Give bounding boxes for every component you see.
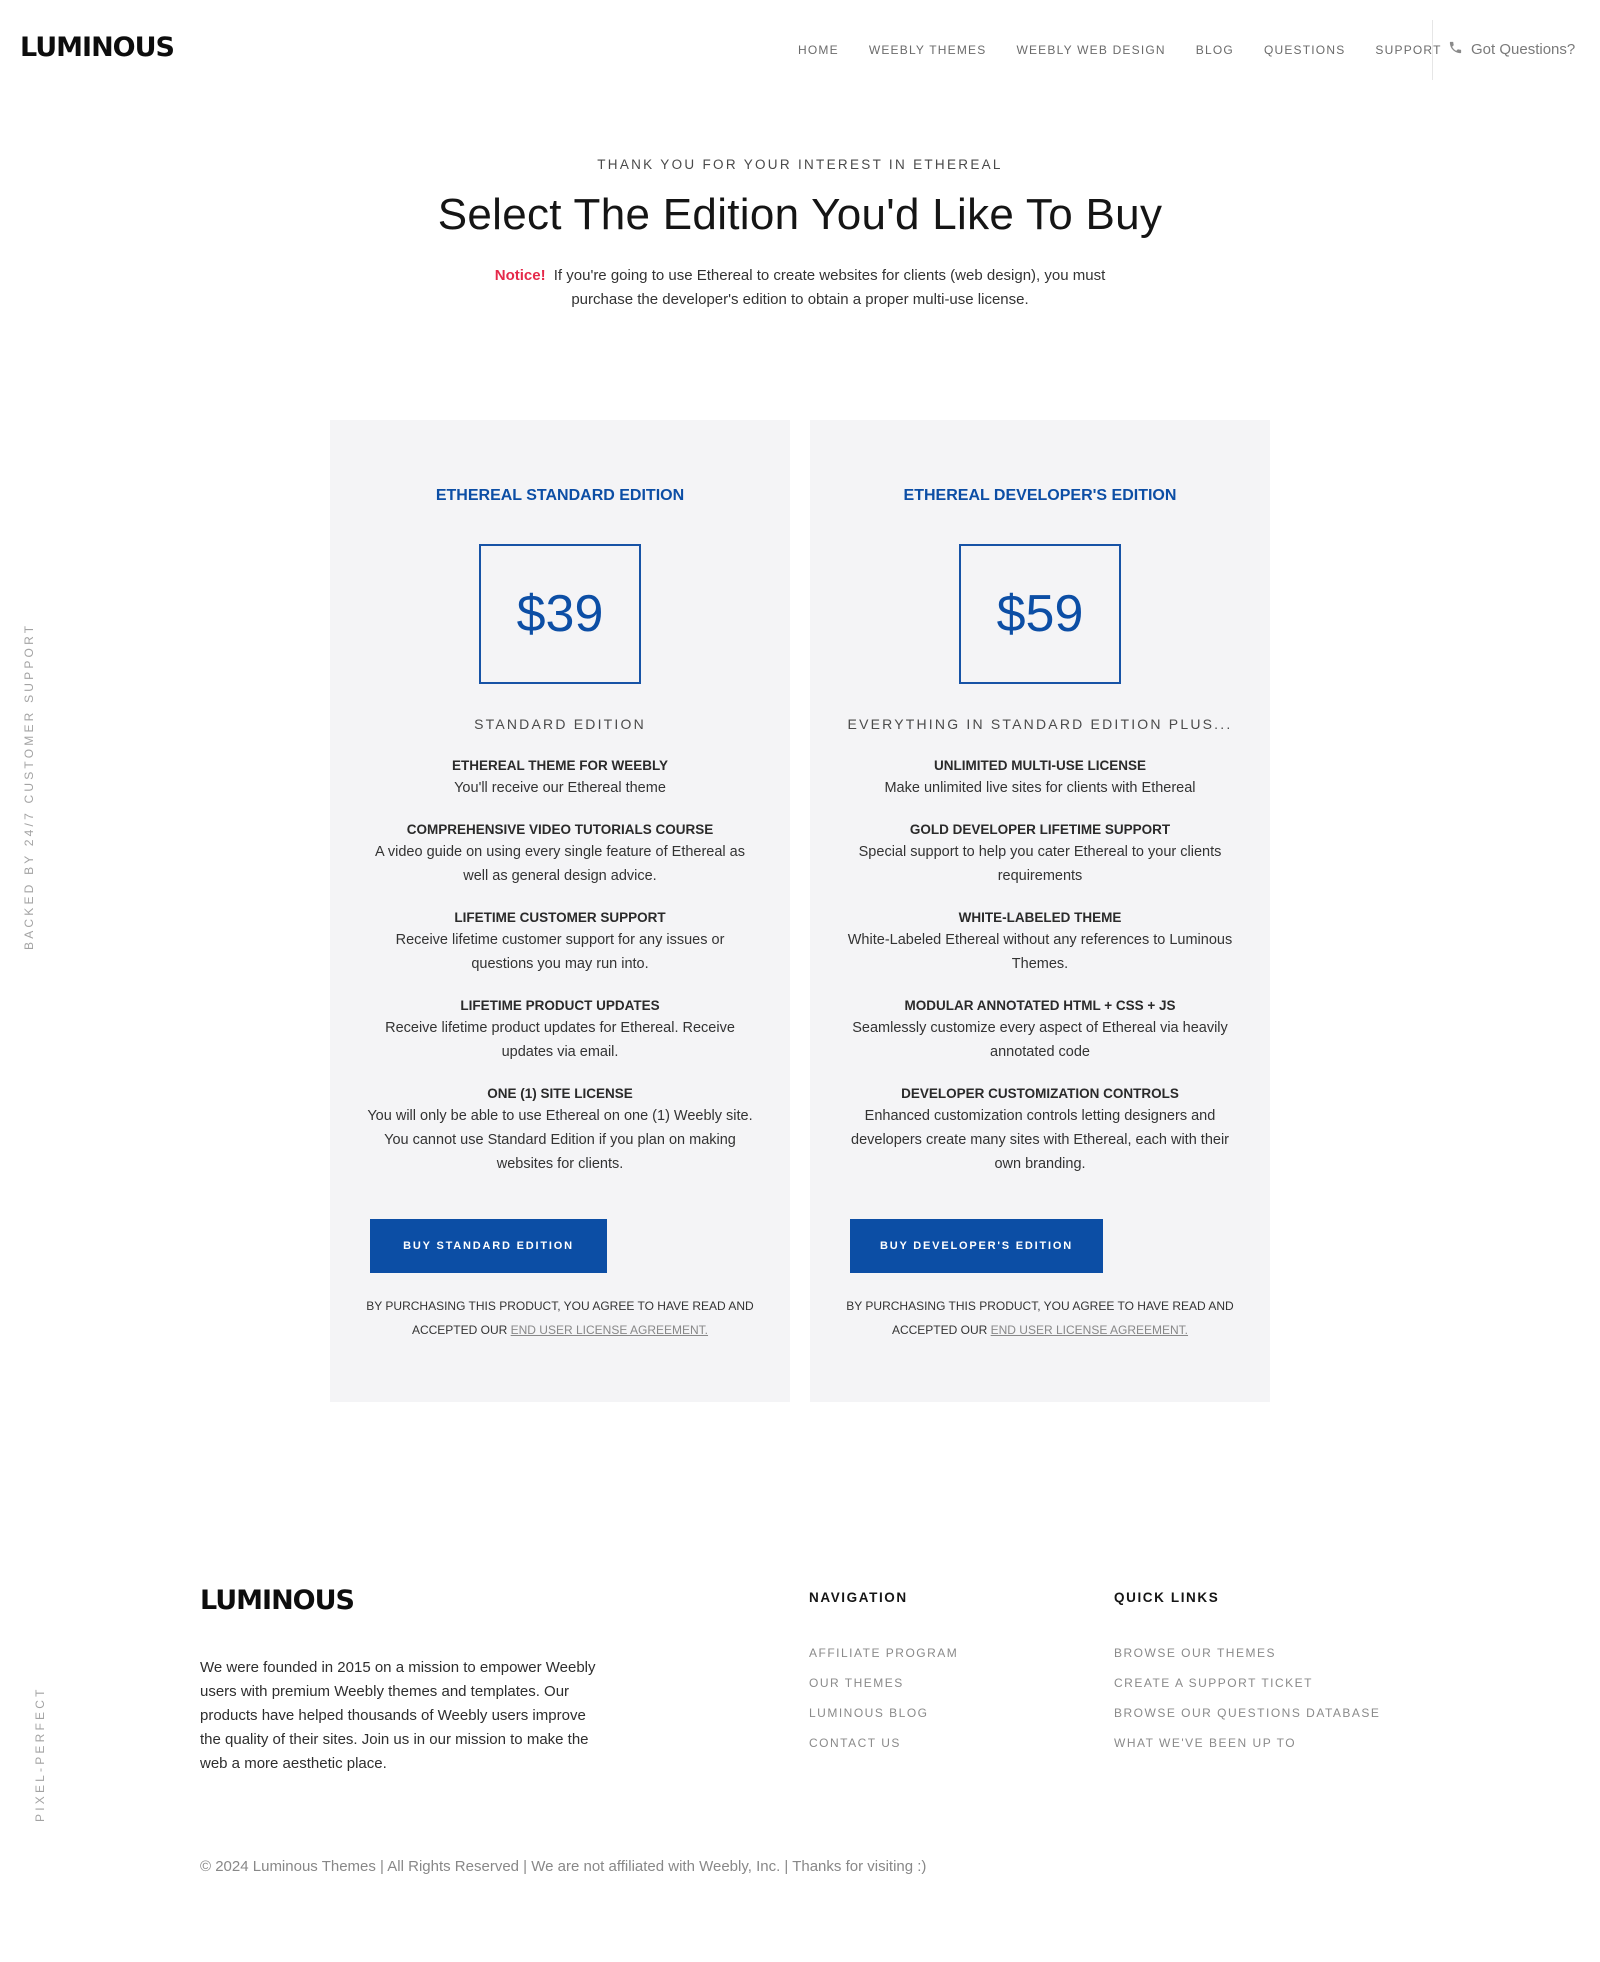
feature-desc: White-Labeled Ethereal without any refer… bbox=[847, 932, 1233, 972]
card-title: ETHEREAL DEVELOPER'S EDITION bbox=[903, 487, 1177, 504]
main-nav: HOME WEEBLY THEMES WEEBLY WEB DESIGN BLO… bbox=[798, 42, 1472, 58]
feature-item: GOLD DEVELOPER LIFETIME SUPPORT Special … bbox=[846, 820, 1234, 888]
feature-item: MODULAR ANNOTATED HTML + CSS + JS Seamle… bbox=[846, 996, 1234, 1064]
footer-link-support-ticket[interactable]: CREATE A SUPPORT TICKET bbox=[1114, 1675, 1380, 1691]
feature-desc: Make unlimited live sites for clients wi… bbox=[884, 780, 1196, 796]
feature-title: UNLIMITED MULTI-USE LICENSE bbox=[934, 758, 1146, 773]
footer-nav-heading: NAVIGATION bbox=[809, 1590, 908, 1605]
feature-desc: A video guide on using every single feat… bbox=[375, 844, 745, 884]
feature-item: UNLIMITED MULTI-USE LICENSE Make unlimit… bbox=[846, 756, 1234, 800]
eula-link[interactable]: END USER LICENSE AGREEMENT. bbox=[511, 1323, 708, 1337]
feature-title: LIFETIME CUSTOMER SUPPORT bbox=[454, 910, 666, 925]
feature-list: UNLIMITED MULTI-USE LICENSE Make unlimit… bbox=[846, 756, 1234, 1196]
footer-navigation: NAVIGATION AFFILIATE PROGRAM OUR THEMES … bbox=[809, 1590, 958, 1765]
feature-item: ETHEREAL THEME FOR WEEBLY You'll receive… bbox=[366, 756, 754, 800]
footer-link-blog[interactable]: LUMINOUS BLOG bbox=[809, 1705, 958, 1721]
side-support-text: BACKED BY 24/7 CUSTOMER SUPPORT bbox=[22, 622, 36, 950]
license-agreement-note: BY PURCHASING THIS PRODUCT, YOU AGREE TO… bbox=[840, 1294, 1240, 1342]
standard-edition-card: ETHEREAL STANDARD EDITION $39 STANDARD E… bbox=[330, 420, 790, 1402]
feature-desc: Seamlessly customize every aspect of Eth… bbox=[852, 1020, 1228, 1060]
footer-link-questions-db[interactable]: BROWSE OUR QUESTIONS DATABASE bbox=[1114, 1705, 1380, 1721]
feature-item: WHITE-LABELED THEME White-Labeled Ethere… bbox=[846, 908, 1234, 976]
buy-developer-button[interactable]: BUY DEVELOPER'S EDITION bbox=[850, 1219, 1103, 1273]
nav-home[interactable]: HOME bbox=[798, 42, 839, 58]
feature-desc: Special support to help you cater Ethere… bbox=[858, 844, 1222, 884]
developer-edition-card: ETHEREAL DEVELOPER'S EDITION $59 EVERYTH… bbox=[810, 420, 1270, 1402]
feature-title: WHITE-LABELED THEME bbox=[958, 910, 1122, 925]
feature-title: DEVELOPER CUSTOMIZATION CONTROLS bbox=[901, 1086, 1179, 1101]
feature-title: LIFETIME PRODUCT UPDATES bbox=[460, 998, 660, 1013]
feature-item: LIFETIME PRODUCT UPDATES Receive lifetim… bbox=[366, 996, 754, 1064]
phone-label: Got Questions? bbox=[1471, 41, 1576, 58]
hero-eyebrow: THANK YOU FOR YOUR INTEREST IN ETHEREAL bbox=[597, 157, 1003, 172]
card-subtitle: EVERYTHING IN STANDARD EDITION PLUS... bbox=[847, 716, 1233, 732]
footer-link-up-to[interactable]: WHAT WE'VE BEEN UP TO bbox=[1114, 1735, 1380, 1751]
nav-blog[interactable]: BLOG bbox=[1196, 42, 1234, 58]
feature-title: ONE (1) SITE LICENSE bbox=[487, 1086, 633, 1101]
nav-weebly-themes[interactable]: WEEBLY THEMES bbox=[869, 42, 987, 58]
phone-contact[interactable]: Got Questions? bbox=[1448, 40, 1575, 59]
feature-desc: You will only be able to use Ethereal on… bbox=[367, 1108, 753, 1172]
phone-icon bbox=[1448, 40, 1471, 59]
site-logo[interactable]: LUMINOUS bbox=[20, 32, 175, 63]
page-title: Select The Edition You'd Like To Buy bbox=[437, 190, 1163, 239]
footer-link-browse-themes[interactable]: BROWSE OUR THEMES bbox=[1114, 1645, 1380, 1661]
buy-standard-button[interactable]: BUY STANDARD EDITION bbox=[370, 1219, 607, 1273]
notice-message: Notice! If you're going to use Ethereal … bbox=[470, 264, 1130, 312]
footer-link-contact[interactable]: CONTACT US bbox=[809, 1735, 958, 1751]
feature-item: ONE (1) SITE LICENSE You will only be ab… bbox=[366, 1084, 754, 1176]
footer-about: We were founded in 2015 on a mission to … bbox=[200, 1659, 596, 1772]
price-box: $39 bbox=[479, 544, 641, 684]
copyright: © 2024 Luminous Themes | All Rights Rese… bbox=[200, 1858, 927, 1875]
feature-desc: Receive lifetime product updates for Eth… bbox=[385, 1020, 735, 1060]
license-agreement-note: BY PURCHASING THIS PRODUCT, YOU AGREE TO… bbox=[360, 1294, 760, 1342]
footer-logo[interactable]: LUMINOUS bbox=[200, 1585, 355, 1616]
feature-item: DEVELOPER CUSTOMIZATION CONTROLS Enhance… bbox=[846, 1084, 1234, 1176]
feature-desc: You'll receive our Ethereal theme bbox=[454, 780, 666, 796]
footer-link-our-themes[interactable]: OUR THEMES bbox=[809, 1675, 958, 1691]
card-title: ETHEREAL STANDARD EDITION bbox=[435, 487, 685, 504]
notice-text: If you're going to use Ethereal to creat… bbox=[553, 267, 1106, 308]
feature-title: MODULAR ANNOTATED HTML + CSS + JS bbox=[904, 998, 1176, 1013]
footer-quick-heading: QUICK LINKS bbox=[1114, 1590, 1220, 1605]
footer-link-affiliate[interactable]: AFFILIATE PROGRAM bbox=[809, 1645, 958, 1661]
feature-title: ETHEREAL THEME FOR WEEBLY bbox=[451, 758, 669, 773]
feature-desc: Enhanced customization controls letting … bbox=[851, 1108, 1229, 1172]
feature-item: COMPREHENSIVE VIDEO TUTORIALS COURSE A v… bbox=[366, 820, 754, 888]
card-subtitle: STANDARD EDITION bbox=[474, 716, 646, 732]
nav-questions[interactable]: QUESTIONS bbox=[1264, 42, 1345, 58]
notice-label: Notice! bbox=[494, 267, 546, 284]
footer-quick-links: QUICK LINKS BROWSE OUR THEMES CREATE A S… bbox=[1114, 1590, 1380, 1765]
nav-divider bbox=[1432, 20, 1433, 80]
feature-item: LIFETIME CUSTOMER SUPPORT Receive lifeti… bbox=[366, 908, 754, 976]
price-box: $59 bbox=[959, 544, 1121, 684]
eula-link[interactable]: END USER LICENSE AGREEMENT. bbox=[991, 1323, 1188, 1337]
feature-title: COMPREHENSIVE VIDEO TUTORIALS COURSE bbox=[406, 822, 714, 837]
feature-list: ETHEREAL THEME FOR WEEBLY You'll receive… bbox=[366, 756, 754, 1196]
side-pixel-text: PIXEL-PERFECT bbox=[33, 1686, 47, 1822]
nav-weebly-web-design[interactable]: WEEBLY WEB DESIGN bbox=[1016, 42, 1165, 58]
feature-desc: Receive lifetime customer support for an… bbox=[395, 932, 725, 972]
feature-title: GOLD DEVELOPER LIFETIME SUPPORT bbox=[909, 822, 1171, 837]
